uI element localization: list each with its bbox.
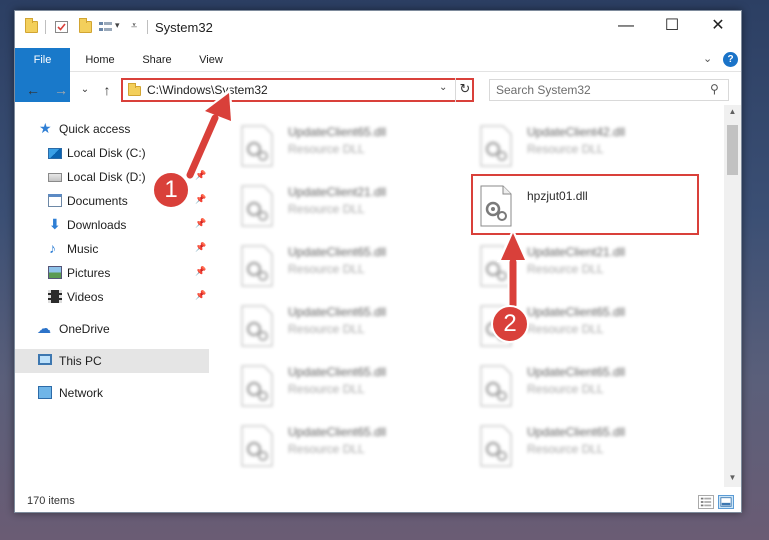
arrow-to-dll-file [497, 228, 529, 311]
arrow-to-address-bar [184, 88, 235, 181]
step-2-badge: 2 [491, 305, 529, 343]
step-1-badge: 1 [152, 171, 190, 209]
callout-arrows [184, 88, 529, 311]
